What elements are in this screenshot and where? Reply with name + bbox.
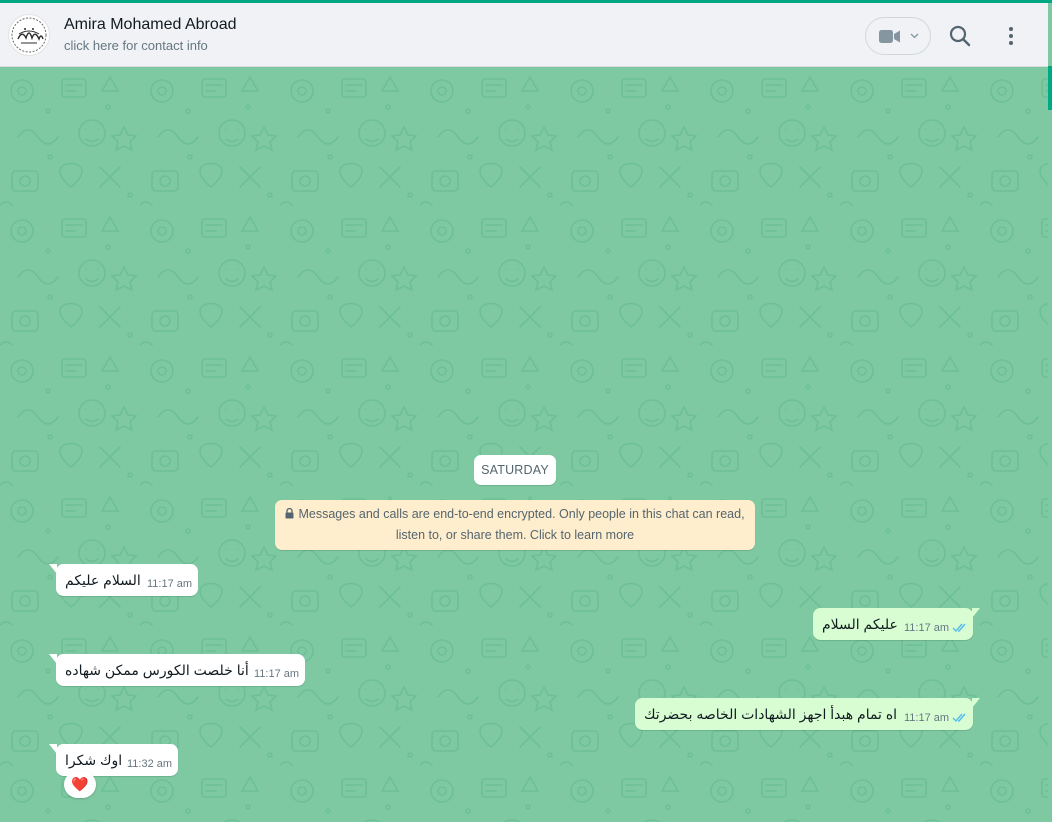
message-text: السلام عليكم [65,572,141,588]
message-incoming[interactable]: أنا خلصت الكورس ممكن شهاده 11:17 am [49,654,305,686]
video-call-button[interactable] [865,17,931,55]
contact-avatar[interactable] [8,14,50,56]
calligraphy-logo-icon [11,17,47,53]
double-check-icon [952,623,966,633]
message-incoming[interactable]: السلام عليكم 11:17 am [49,564,198,596]
message-time: 11:17 am [147,578,193,590]
encryption-text-line2: listen to, or share them. Click to learn… [395,528,635,542]
message-time: 11:32 am [127,758,173,770]
scrollbar-thumb[interactable] [1048,66,1052,110]
message-outgoing[interactable]: عليكم السلام 11:17 am [813,608,980,640]
bubble-tail [972,608,980,618]
contact-name[interactable]: Amira Mohamed Abroad [64,16,237,34]
bubble-tail [49,744,57,754]
message-text: اوك شكرا [65,752,123,768]
bubble-tail [49,564,57,574]
chevron-down-icon [910,33,919,39]
encryption-notice[interactable]: Messages and calls are end-to-end encryp… [275,500,755,550]
encryption-text-line1: Messages and calls are end-to-end encryp… [298,507,745,521]
video-camera-icon [879,30,900,43]
message-text: عليكم السلام [822,616,898,632]
message-time: 11:17 am [254,668,300,680]
bubble-tail [49,654,57,664]
message-outgoing[interactable]: اه تمام هبدأ اجهز الشهادات الخاصه بحضرتك… [635,698,980,730]
heart-reaction[interactable]: ❤️ [64,771,96,798]
message-text: اه تمام هبدأ اجهز الشهادات الخاصه بحضرتك [644,706,898,722]
message-text: أنا خلصت الكورس ممكن شهاده [65,662,249,678]
message-time: 11:17 am [904,622,950,634]
kebab-menu-icon[interactable] [998,23,1024,49]
search-icon[interactable] [947,23,973,49]
chat-header[interactable]: Amira Mohamed Abroad click here for cont… [0,3,1048,67]
contact-info-hint[interactable]: click here for contact info [64,38,208,53]
double-check-icon [952,713,966,723]
bubble-tail [972,698,980,708]
message-time: 11:17 am [904,712,950,724]
date-divider: SATURDAY [474,455,556,485]
chat-window: Amira Mohamed Abroad click here for cont… [0,0,1052,822]
lock-icon [285,508,294,519]
